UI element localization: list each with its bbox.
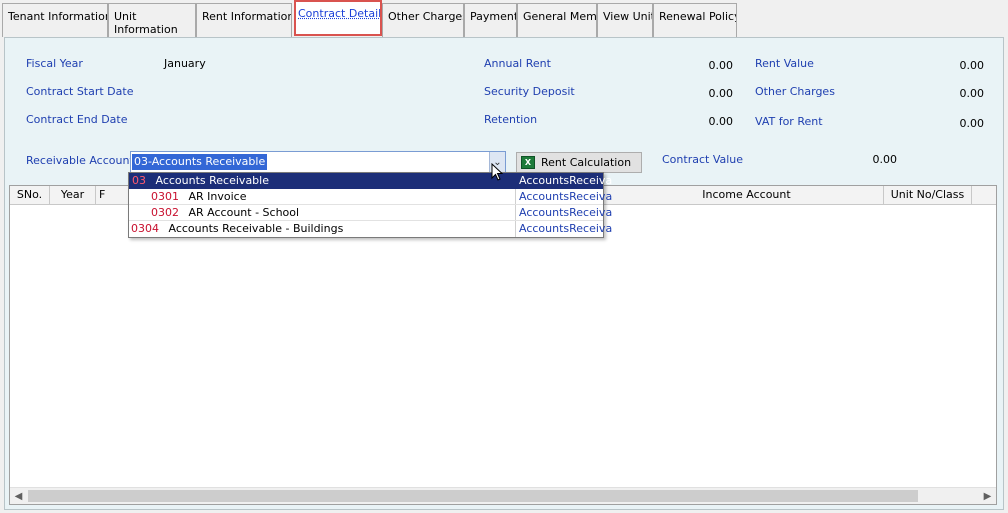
receivable-account-combo[interactable]: 03-Accounts Receivable ⌄ <box>130 151 506 173</box>
rent-calculation-button[interactable]: X Rent Calculation <box>516 152 642 173</box>
retention-value[interactable]: 0.00 <box>665 115 734 128</box>
receivable-account-dropdown[interactable]: 03 Accounts Receivable AccountsReceiva 0… <box>128 172 612 238</box>
arrow-right-icon[interactable]: ▶ <box>979 488 996 505</box>
tab-rent-information[interactable]: Rent Information <box>196 3 292 37</box>
rent-value-label: Rent Value <box>755 57 814 70</box>
other-charges-label: Other Charges <box>755 85 835 98</box>
tab-payments[interactable]: Payments <box>464 3 517 37</box>
dropdown-item[interactable]: 0302 AR Account - School AccountsReceiva <box>129 205 612 221</box>
tab-general-memo[interactable]: General Memo <box>517 3 597 37</box>
horizontal-scrollbar[interactable]: ◀ ▶ <box>10 487 996 504</box>
security-deposit-value[interactable]: 0.00 <box>665 87 734 100</box>
tab-other-charges[interactable]: Other Charges <box>382 3 464 37</box>
tab-view-unit[interactable]: View Unit <box>597 3 653 37</box>
arrow-left-icon[interactable]: ◀ <box>10 488 27 505</box>
scrollbar-thumb[interactable] <box>28 490 918 502</box>
receivable-account-value[interactable]: 03-Accounts Receivable <box>132 154 268 170</box>
dropdown-item[interactable]: 03 Accounts Receivable AccountsReceiva <box>129 173 612 189</box>
fiscal-year-value[interactable]: January <box>164 57 206 70</box>
contract-end-label: Contract End Date <box>26 113 128 126</box>
vat-label: VAT for Rent <box>755 115 823 128</box>
receivable-account-label: Receivable Account <box>26 154 134 167</box>
column-header-income-account[interactable]: Income Account <box>610 186 884 205</box>
fiscal-year-label: Fiscal Year <box>26 57 83 70</box>
tab-contract-details[interactable]: Contract Details <box>294 0 382 36</box>
column-header-sno[interactable]: SNo. <box>10 186 50 205</box>
contract-details-panel: Fiscal Year January Contract Start Date … <box>4 37 1004 510</box>
mouse-cursor-icon <box>491 163 503 181</box>
contract-start-label: Contract Start Date <box>26 85 134 98</box>
tab-renewal-policy[interactable]: Renewal Policy <box>653 3 737 37</box>
vat-value[interactable]: 0.00 <box>905 117 985 130</box>
tab-unit-information[interactable]: Unit Information <box>108 3 196 37</box>
dropdown-item[interactable]: 0301 AR Invoice AccountsReceiva <box>129 189 612 205</box>
dropdown-item[interactable]: 0304 Accounts Receivable - Buildings Acc… <box>129 221 612 237</box>
column-header-year[interactable]: Year <box>50 186 96 205</box>
rent-value-value[interactable]: 0.00 <box>905 59 985 72</box>
contract-value-label: Contract Value <box>662 153 744 166</box>
column-header-unit-no-class[interactable]: Unit No/Class <box>884 186 972 205</box>
other-charges-value[interactable]: 0.00 <box>905 87 985 100</box>
annual-rent-value[interactable]: 0.00 <box>665 59 734 72</box>
annual-rent-label: Annual Rent <box>484 57 551 70</box>
tab-tenant-information[interactable]: Tenant Information <box>2 3 108 37</box>
contract-value-value[interactable]: 0.00 <box>835 153 898 166</box>
retention-label: Retention <box>484 113 538 126</box>
tab-bar: Tenant Information Unit Information Rent… <box>2 0 1006 38</box>
security-deposit-label: Security Deposit <box>484 85 575 98</box>
excel-icon: X <box>521 156 535 169</box>
